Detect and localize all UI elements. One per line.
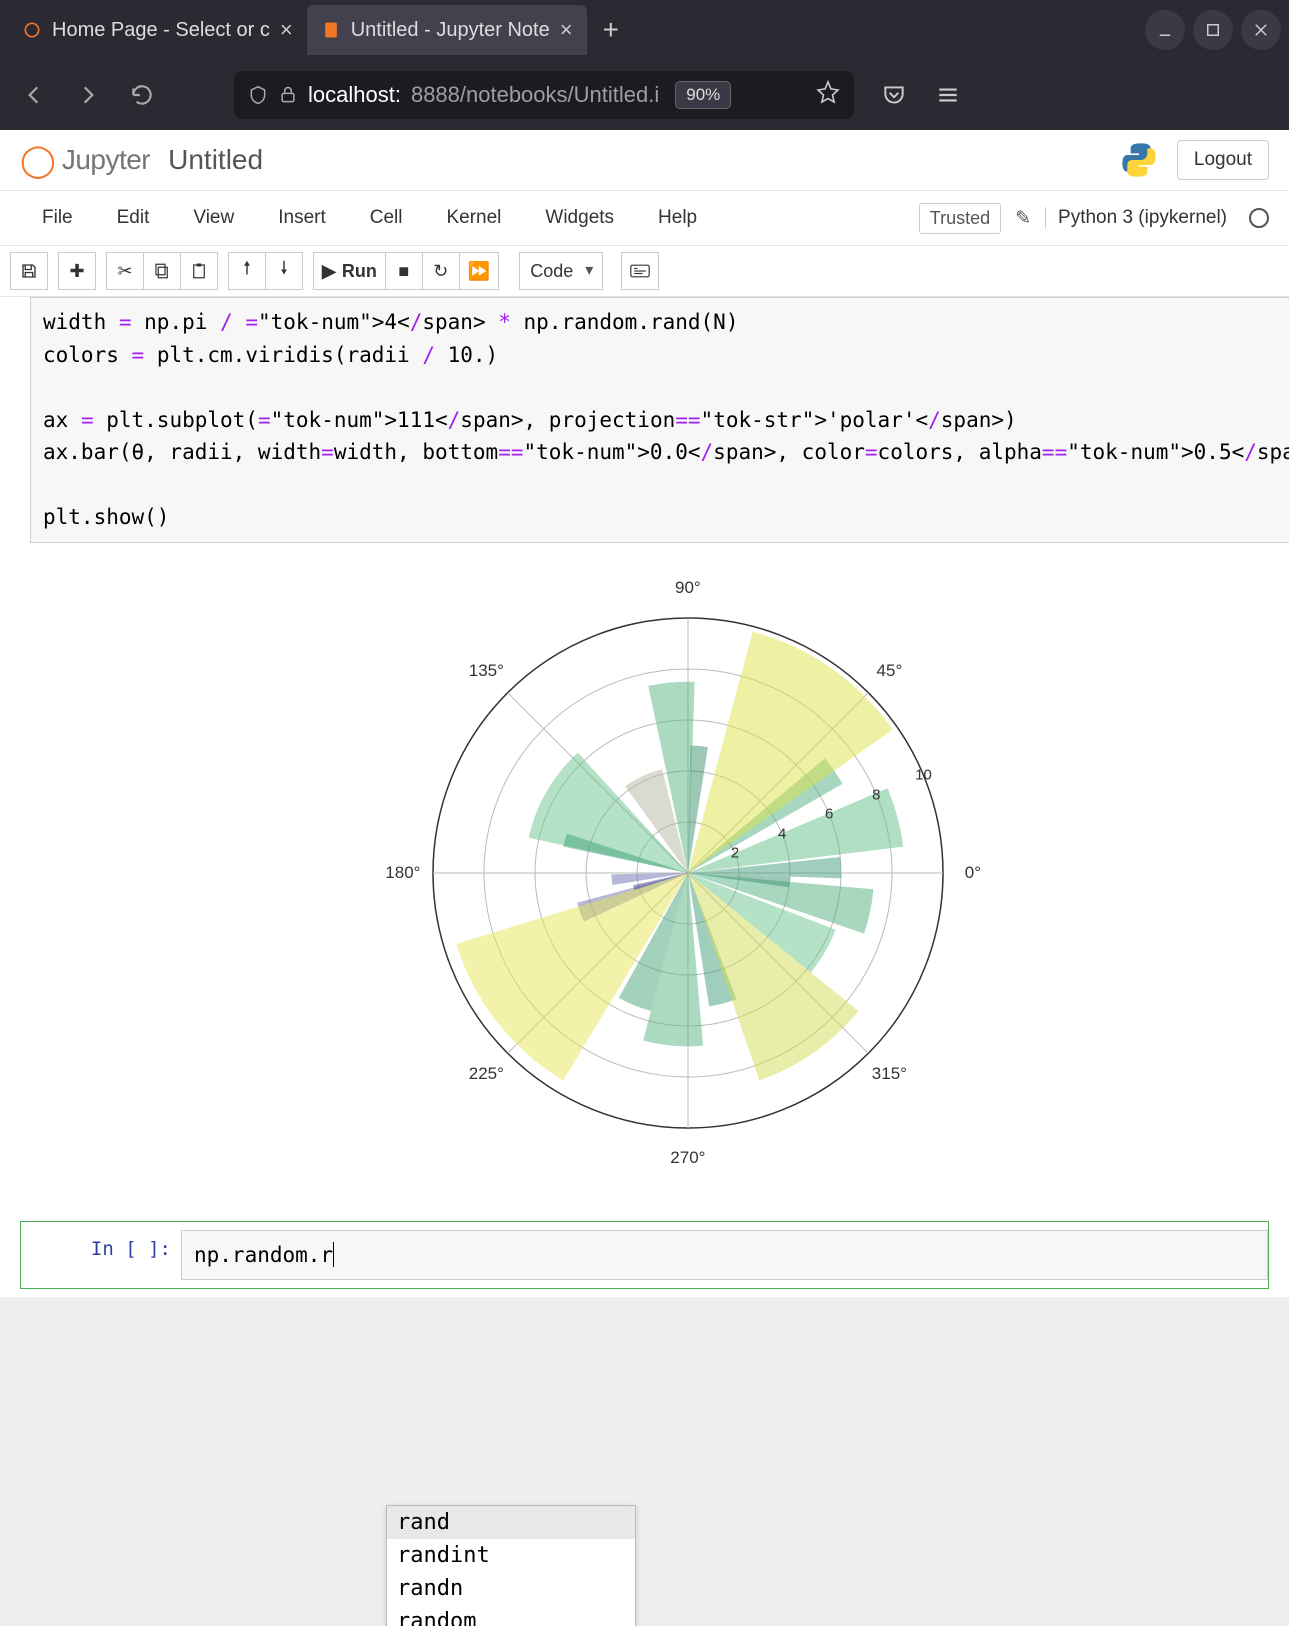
shield-icon	[248, 85, 268, 105]
chart-angle-label: 225°	[469, 1064, 504, 1084]
autocomplete-popup[interactable]: randrandintrandnrandomrandom_integersran…	[386, 1505, 636, 1626]
chart-radial-tick: 10	[915, 767, 932, 784]
cell-output: 0° 45° 90° 135° 180° 225° 270° 315° 2 4 6 8 10	[30, 543, 1289, 1213]
minimize-button[interactable]	[1145, 10, 1185, 50]
fast-forward-button[interactable]: ⏩	[459, 252, 499, 290]
back-button[interactable]	[12, 73, 56, 117]
code-text: np.random.r	[194, 1243, 333, 1267]
autocomplete-item[interactable]: rand	[387, 1506, 635, 1539]
kernel-name[interactable]: Python 3 (ipykernel)	[1045, 207, 1227, 229]
chart-angle-label: 0°	[965, 863, 981, 883]
reload-button[interactable]	[120, 73, 164, 117]
jupyter-brand: Jupyter	[62, 144, 150, 176]
page-viewport: ◯ Jupyter Untitled Logout File Edit View…	[0, 130, 1289, 1626]
hamburger-icon[interactable]	[928, 75, 968, 115]
autocomplete-item[interactable]: randn	[387, 1572, 635, 1605]
chart-radial-tick: 4	[778, 825, 786, 842]
save-button[interactable]	[10, 252, 48, 290]
window-controls	[1145, 10, 1281, 50]
forward-button[interactable]	[66, 73, 110, 117]
menu-insert[interactable]: Insert	[256, 201, 348, 235]
lock-icon	[278, 85, 298, 105]
chart-angle-label: 180°	[385, 863, 420, 883]
address-bar: localhost: 8888/notebooks/Untitled.i 90%	[0, 60, 1289, 130]
browser-tab-home[interactable]: Home Page - Select or c ×	[8, 5, 307, 55]
menu-cell[interactable]: Cell	[348, 201, 425, 235]
copy-button[interactable]	[143, 252, 181, 290]
kernel-indicator	[1249, 208, 1269, 228]
notebook-footer	[0, 1297, 1289, 1626]
browser-tab-notebook[interactable]: Untitled - Jupyter Note ×	[307, 5, 587, 55]
menu-view[interactable]: View	[171, 201, 256, 235]
star-icon[interactable]	[816, 80, 840, 110]
jupyter-logo-icon: ◯	[20, 141, 56, 179]
menu-edit[interactable]: Edit	[95, 201, 172, 235]
cut-button[interactable]: ✂	[106, 252, 144, 290]
url-path: 8888/notebooks/Untitled.i	[411, 82, 659, 108]
zoom-badge[interactable]: 90%	[675, 81, 731, 109]
chart-radial-tick: 8	[872, 786, 880, 803]
chart-angle-label: 90°	[675, 578, 701, 598]
tab-title: Home Page - Select or c	[52, 19, 270, 42]
cell-type-select[interactable]: Code	[519, 252, 603, 290]
chart-angle-label: 315°	[872, 1064, 907, 1084]
jupyter-icon	[22, 20, 42, 40]
move-down-button[interactable]: 🠗	[265, 252, 303, 290]
pocket-icon[interactable]	[874, 75, 914, 115]
cursor	[333, 1242, 334, 1267]
cell-prompt	[20, 297, 30, 1213]
code-cell[interactable]: width = np.pi / ="tok-num">4</span> * np…	[20, 297, 1269, 1213]
close-icon[interactable]: ×	[280, 17, 293, 43]
active-code-cell[interactable]: In [ ]: np.random.r	[20, 1221, 1269, 1290]
jupyter-menu-bar: File Edit View Insert Cell Kernel Widget…	[0, 191, 1289, 246]
jupyter-header: ◯ Jupyter Untitled Logout	[0, 130, 1289, 191]
chart-angle-label: 45°	[877, 661, 903, 681]
add-cell-button[interactable]: ✚	[58, 252, 96, 290]
logout-button[interactable]: Logout	[1177, 140, 1269, 180]
restart-button[interactable]: ↻	[422, 252, 460, 290]
chart-radial-tick: 2	[731, 845, 739, 862]
new-tab-button[interactable]: +	[587, 14, 635, 46]
trusted-badge[interactable]: Trusted	[919, 203, 1001, 234]
chart-angle-label: 270°	[670, 1148, 705, 1168]
command-palette-button[interactable]	[621, 252, 659, 290]
chart-angle-label: 135°	[469, 661, 504, 681]
tab-bar: Home Page - Select or c × Untitled - Jup…	[0, 0, 1289, 60]
close-window-button[interactable]	[1241, 10, 1281, 50]
notebook-icon	[321, 20, 341, 40]
maximize-button[interactable]	[1193, 10, 1233, 50]
jupyter-toolbar: ✚ ✂ 🠕 🠗 ▶ Run ■ ↻ ⏩ Code	[0, 246, 1289, 297]
url-host: localhost:	[308, 82, 401, 108]
code-editor[interactable]: np.random.r	[181, 1230, 1268, 1281]
menu-widgets[interactable]: Widgets	[523, 201, 636, 235]
notebook-title[interactable]: Untitled	[168, 144, 263, 176]
menu-file[interactable]: File	[20, 201, 95, 235]
close-icon[interactable]: ×	[560, 17, 573, 43]
paste-button[interactable]	[180, 252, 218, 290]
menu-help[interactable]: Help	[636, 201, 719, 235]
cell-prompt: In [ ]:	[21, 1230, 181, 1281]
chart-radial-tick: 6	[825, 806, 833, 823]
pencil-icon[interactable]: ✎	[1015, 207, 1031, 230]
move-up-button[interactable]: 🠕	[228, 252, 266, 290]
browser-chrome: Home Page - Select or c × Untitled - Jup…	[0, 0, 1289, 130]
notebook-area: width = np.pi / ="tok-num">4</span> * np…	[0, 297, 1289, 1289]
polar-chart: 0° 45° 90° 135° 180° 225° 270° 315° 2 4 6 8 10	[368, 553, 1008, 1193]
url-box[interactable]: localhost: 8888/notebooks/Untitled.i 90%	[234, 71, 854, 119]
jupyter-logo[interactable]: ◯ Jupyter	[20, 141, 150, 179]
stop-button[interactable]: ■	[385, 252, 423, 290]
run-button[interactable]: ▶ Run	[313, 252, 386, 290]
menu-kernel[interactable]: Kernel	[424, 201, 523, 235]
code-editor[interactable]: width = np.pi / ="tok-num">4</span> * np…	[30, 297, 1289, 543]
tab-title: Untitled - Jupyter Note	[351, 19, 550, 42]
autocomplete-item[interactable]: random	[387, 1605, 635, 1626]
run-label: Run	[342, 261, 377, 282]
autocomplete-item[interactable]: randint	[387, 1539, 635, 1572]
python-icon	[1119, 140, 1159, 180]
